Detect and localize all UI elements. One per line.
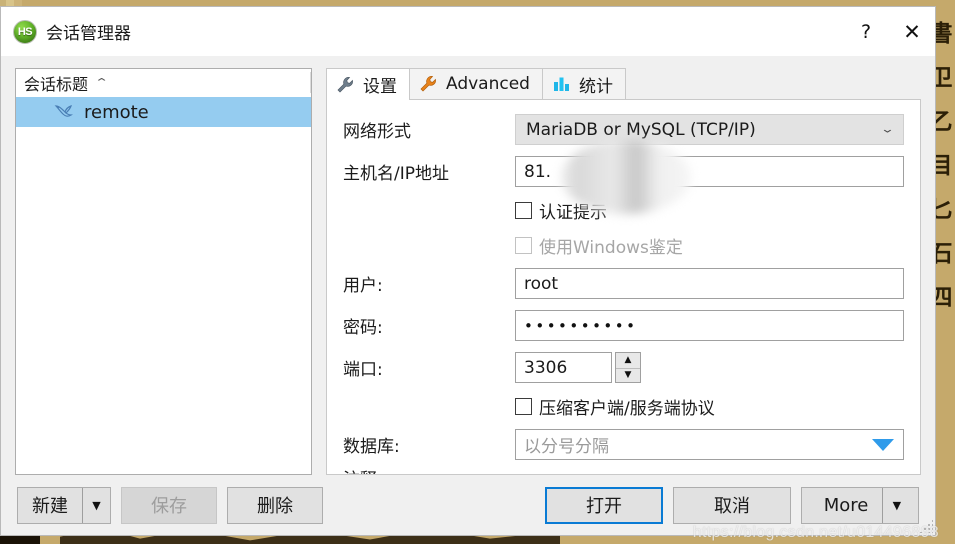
windows-auth-checkbox: 使用Windows鉴定: [515, 233, 904, 258]
delete-button[interactable]: 删除: [227, 486, 323, 524]
compressed-protocol-label: 压缩客户端/服务端协议: [539, 399, 715, 419]
hostname-input[interactable]: 81.: [515, 156, 904, 187]
session-manager-dialog: HS 会话管理器 ? ✕ 会话标题 ⌃ remote 设置 Advanced 统…: [0, 6, 936, 536]
heidisql-logo-icon: HS: [13, 19, 37, 44]
hostname-label: 主机名/IP地址: [343, 164, 449, 184]
port-value: 3306: [524, 357, 568, 378]
sort-ascending-icon: ⌃: [94, 76, 109, 89]
new-session-dropdown-arrow[interactable]: ▼: [82, 487, 110, 523]
checkbox-box: [515, 398, 532, 415]
settings-panel: 设置 Advanced 统计 网络形式 MariaDB or MySQL (TC…: [326, 68, 921, 475]
port-label: 端口:: [343, 360, 383, 380]
open-button[interactable]: 打开: [545, 486, 663, 524]
tab-statistics-label: 统计: [578, 76, 613, 97]
dialog-body: 会话标题 ⌃ remote 设置 Advanced 统计 网络形式 MariaD…: [1, 56, 935, 475]
user-label: 用户:: [343, 276, 383, 296]
close-icon[interactable]: ✕: [889, 7, 935, 56]
chevron-down-icon: ⌄: [880, 123, 895, 136]
user-value: root: [524, 273, 559, 294]
prompt-credentials-checkbox[interactable]: 认证提示: [515, 198, 904, 223]
tab-settings-label: 设置: [363, 77, 397, 97]
session-list-panel: 会话标题 ⌃ remote: [15, 68, 312, 475]
port-row: 端口: 3306 ▲ ▼: [343, 352, 904, 383]
databases-placeholder: 以分号分隔: [524, 437, 609, 457]
user-row: 用户: root: [343, 268, 904, 299]
cancel-button[interactable]: 取消: [673, 486, 791, 524]
more-button-label: More: [823, 494, 869, 516]
prompt-credentials-label: 认证提示: [539, 203, 607, 223]
list-item[interactable]: remote: [16, 97, 311, 127]
title-bar: HS 会话管理器 ? ✕: [1, 7, 935, 56]
settings-tab-content: 网络形式 MariaDB or MySQL (TCP/IP) ⌄ 主机名/IP地…: [326, 100, 921, 475]
compressed-protocol-checkbox[interactable]: 压缩客户端/服务端协议: [515, 394, 904, 419]
dialog-button-bar: 新建 ▼ 保存 删除 打开 取消 More ▼: [1, 475, 935, 535]
hostname-value: 81.: [524, 161, 552, 182]
session-list-items: remote: [16, 97, 311, 127]
hostname-row: 主机名/IP地址 81.: [343, 140, 904, 214]
password-input[interactable]: ••••••••••: [515, 310, 904, 341]
port-input[interactable]: 3306: [515, 352, 612, 383]
more-dropdown-arrow[interactable]: ▼: [882, 487, 910, 523]
port-decrement-button[interactable]: ▼: [616, 367, 640, 383]
port-increment-button[interactable]: ▲: [616, 353, 640, 368]
session-list-header-label: 会话标题: [24, 74, 89, 94]
new-session-label: 新建: [32, 496, 68, 517]
new-session-button[interactable]: 新建 ▼: [17, 486, 111, 524]
databases-row: 数据库: 以分号分隔: [343, 429, 904, 460]
more-button[interactable]: More ▼: [801, 486, 919, 524]
windows-auth-label: 使用Windows鉴定: [539, 238, 683, 258]
tab-advanced-label: Advanced: [446, 74, 530, 94]
tab-statistics[interactable]: 统计: [541, 68, 626, 99]
list-item-label: remote: [84, 101, 149, 123]
tab-advanced[interactable]: Advanced: [409, 68, 543, 99]
help-button[interactable]: ?: [843, 7, 889, 56]
save-button: 保存: [121, 486, 217, 524]
resize-grip[interactable]: [919, 519, 933, 533]
password-row: 密码: ••••••••••: [343, 310, 904, 341]
network-type-row: 网络形式 MariaDB or MySQL (TCP/IP) ⌄: [343, 114, 904, 145]
tab-settings[interactable]: 设置: [326, 68, 410, 100]
tab-strip: 设置 Advanced 统计: [326, 68, 921, 100]
dropdown-triangle-icon[interactable]: [872, 438, 894, 451]
port-stepper: ▲ ▼: [615, 352, 641, 383]
dolphin-icon: [54, 105, 73, 117]
password-value: ••••••••••: [524, 316, 638, 335]
title-bar-buttons: ? ✕: [843, 7, 935, 56]
session-list-column-header[interactable]: 会话标题 ⌃: [16, 69, 311, 97]
app-icon-text: HS: [17, 25, 33, 38]
network-type-label: 网络形式: [343, 122, 411, 142]
network-type-combobox[interactable]: MariaDB or MySQL (TCP/IP) ⌄: [515, 114, 904, 145]
checkbox-box: [515, 202, 532, 219]
checkbox-box: [515, 237, 532, 254]
comment-label: 注释:: [343, 465, 383, 474]
databases-label: 数据库:: [343, 437, 400, 457]
bar-chart-icon: [553, 77, 569, 91]
wrench-gray-icon: [337, 76, 353, 92]
user-input[interactable]: root: [515, 268, 904, 299]
wrench-orange-icon: [420, 76, 436, 92]
databases-input[interactable]: 以分号分隔: [515, 429, 904, 460]
network-type-value: MariaDB or MySQL (TCP/IP): [526, 119, 756, 140]
password-label: 密码:: [343, 318, 383, 338]
window-title: 会话管理器: [46, 24, 131, 44]
